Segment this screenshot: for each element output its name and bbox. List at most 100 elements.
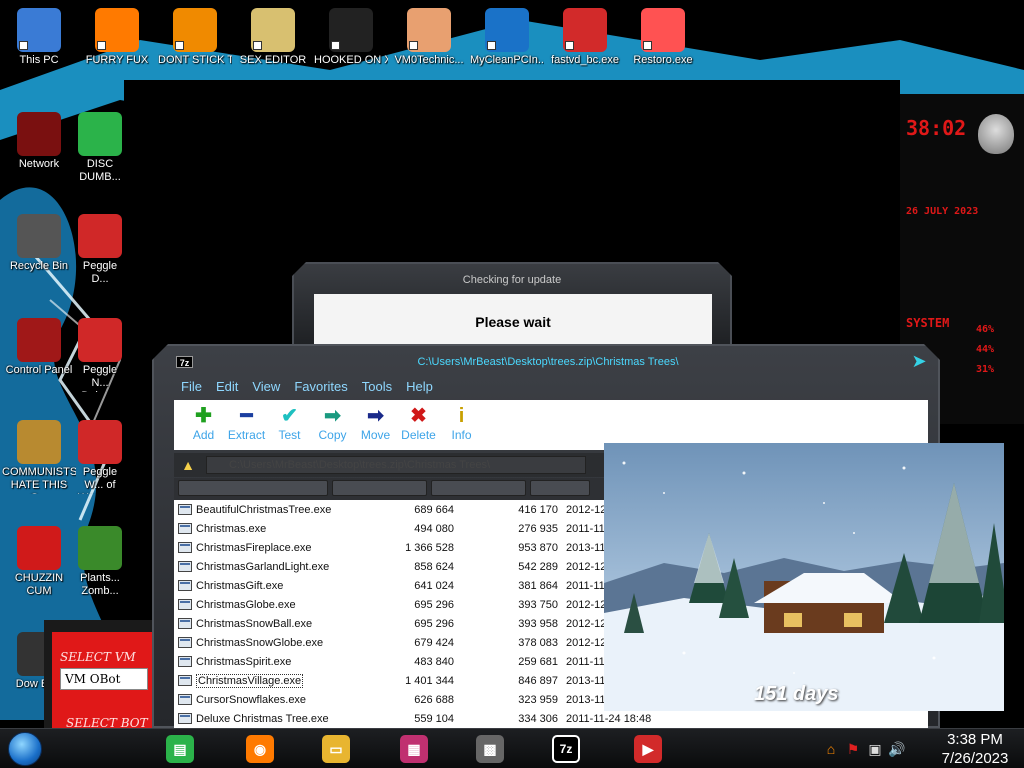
gadget-date: 26 JULY 2023 <box>906 206 979 217</box>
move-arrow-icon: ➡ <box>367 405 384 427</box>
file-packed-size: 393 750 <box>518 598 558 611</box>
desktop-icon[interactable]: CHUZZIN CUM <box>2 526 76 598</box>
desktop-icon-label: SEX EDITOR <box>239 54 307 66</box>
file-size: 679 424 <box>414 636 454 649</box>
hxd-icon <box>251 8 295 52</box>
desktop-icon[interactable]: fastvd_bc.exe <box>548 8 622 67</box>
taskbar-app-button[interactable]: 7z <box>546 732 586 766</box>
volume-icon[interactable]: 🔊 <box>886 739 908 759</box>
file-name-cell: ChristmasSnowBall.exe <box>174 618 386 630</box>
desktop-icon[interactable]: DONT STICK THIS IN YO... <box>158 8 232 67</box>
exe-file-icon <box>178 713 192 724</box>
file-name-cell: ChristmasGlobe.exe <box>174 599 386 611</box>
desktop-icon[interactable]: Peggle D... <box>76 214 124 286</box>
column-header-packed-size[interactable] <box>431 480 526 496</box>
test-button[interactable]: ✔ Test <box>268 400 311 450</box>
taskbar-app-button[interactable]: ▤ <box>160 732 200 766</box>
toolbar-button-label: Copy <box>318 428 347 442</box>
fast-video-icon <box>563 8 607 52</box>
christmas-countdown-video[interactable]: 151 days <box>604 443 1004 711</box>
menu-tools[interactable]: Tools <box>355 376 399 398</box>
update-dialog[interactable]: Checking for update Please wait <box>292 262 732 352</box>
shortcut-arrow-icon <box>487 41 496 50</box>
app-tray-icon[interactable]: ⌂ <box>820 739 842 759</box>
address-path-input[interactable]: C:\Users\MrBeast\Desktop\trees.zip\Chris… <box>206 456 586 474</box>
menu-view[interactable]: View <box>245 376 287 398</box>
desktop-icon[interactable]: FURRY FUX <box>80 8 154 67</box>
taskbar-app-button[interactable]: ▦ <box>394 732 434 766</box>
xonix-icon <box>329 8 373 52</box>
column-header-size[interactable] <box>332 480 427 496</box>
desktop-icon[interactable]: Peggle N... Delux... <box>76 318 124 392</box>
desktop-icon[interactable]: DISC DUMB... <box>76 112 124 184</box>
start-button[interactable] <box>8 732 42 766</box>
file-size: 494 080 <box>414 522 454 535</box>
desktop-icon[interactable]: Recycle Bin <box>2 214 76 273</box>
network-tray-icon[interactable]: ▣ <box>864 739 886 759</box>
desktop-icon[interactable]: Network <box>2 112 76 171</box>
file-name-cell: Deluxe Christmas Tree.exe <box>174 713 386 725</box>
desktop-icon-label: CHUZZIN CUM <box>14 572 64 597</box>
copy-button[interactable]: ➡ Copy <box>311 400 354 450</box>
exe-file-icon <box>178 599 192 610</box>
desktop-icon[interactable]: Control Panel <box>2 318 76 377</box>
exe-file-icon <box>178 561 192 572</box>
flag-icon[interactable]: ⚑ <box>842 739 864 759</box>
vlc-icon <box>173 8 217 52</box>
taskbar-app-button[interactable]: ▶ <box>628 732 668 766</box>
column-header-name[interactable] <box>178 480 328 496</box>
file-size: 626 688 <box>414 693 454 706</box>
file-size: 559 104 <box>414 712 454 725</box>
extract-button[interactable]: ━ Extract <box>225 400 268 450</box>
exe-file-icon <box>178 580 192 591</box>
column-header-modified[interactable] <box>530 480 590 496</box>
cleanpc-icon <box>485 8 529 52</box>
file-size: 483 840 <box>414 655 454 668</box>
close-icon[interactable]: ➤ <box>908 350 930 372</box>
taskbar-app-button[interactable]: ▭ <box>316 732 356 766</box>
taskbar-clock[interactable]: 3:38 PM 7/26/2023 <box>930 730 1020 768</box>
update-dialog-message: Please wait <box>475 314 551 330</box>
exe-file-icon <box>178 523 192 534</box>
info-button[interactable]: i Info <box>440 400 483 450</box>
move-button[interactable]: ➡ Move <box>354 400 397 450</box>
copy-arrow-icon: ➡ <box>324 405 341 427</box>
desktop-icon[interactable]: HOOKED ON XONIX <box>314 8 388 67</box>
desktop-icon[interactable]: MyCleanPCIn... <box>470 8 544 67</box>
menu-edit[interactable]: Edit <box>209 376 245 398</box>
money-bag-icon <box>17 420 61 464</box>
winter-cabin-scene <box>604 443 1004 711</box>
desktop-icon[interactable]: Restoro.exe <box>626 8 700 67</box>
vm-select-input[interactable]: VM OBot <box>60 668 148 690</box>
folder-up-icon[interactable]: ▲ <box>178 455 198 475</box>
desktop-icon[interactable]: This PC <box>2 8 76 67</box>
shortcut-arrow-icon <box>331 41 340 50</box>
menu-favorites[interactable]: Favorites <box>287 376 354 398</box>
file-size: 689 664 <box>414 503 454 516</box>
file-name: Deluxe Christmas Tree.exe <box>196 712 329 725</box>
7zip-titlebar[interactable]: 7z C:\Users\MrBeast\Desktop\trees.zip\Ch… <box>154 350 940 372</box>
desktop-icon[interactable]: Peggle W... of Warcra... <box>76 420 124 494</box>
desktop-icon[interactable]: VM0Technic... <box>392 8 466 67</box>
menu-file[interactable]: File <box>174 376 209 398</box>
desktop-icon-label: FURRY FUX <box>85 54 149 66</box>
taskbar: ▤ ◉ ▭ ▦ ▩ 7z ▶ ⌂ ⚑ ▣ 🔊 3:38 PM 7/26/2023 <box>0 728 1024 768</box>
network-icon <box>17 112 61 156</box>
table-row[interactable]: Deluxe Christmas Tree.exe 559 104 334 306 2… <box>174 709 928 728</box>
file-name-cell: ChristmasGarlandLight.exe <box>174 561 386 573</box>
file-name: ChristmasSpirit.exe <box>196 655 292 668</box>
desktop-icon[interactable]: Plants... Zomb... <box>76 526 124 598</box>
desktop-icon-label: Control Panel <box>5 364 73 376</box>
desktop-icon-label: Network <box>18 158 60 170</box>
add-button[interactable]: ✚ Add <box>182 400 225 450</box>
delete-button[interactable]: ✖ Delete <box>397 400 440 450</box>
menu-help[interactable]: Help <box>399 376 440 398</box>
shortcut-arrow-icon <box>643 41 652 50</box>
taskbar-app-button[interactable]: ◉ <box>240 732 280 766</box>
desktop-icon[interactable]: SEX EDITOR <box>236 8 310 67</box>
toolbar-button-label: Add <box>192 428 215 442</box>
taskbar-app-button[interactable]: ▩ <box>470 732 510 766</box>
shortcut-arrow-icon <box>97 41 106 50</box>
desktop-icon[interactable]: COMMUNISTS HATE THIS G... <box>2 420 76 494</box>
desktop-icon-label: fastvd_bc.exe <box>551 54 619 66</box>
